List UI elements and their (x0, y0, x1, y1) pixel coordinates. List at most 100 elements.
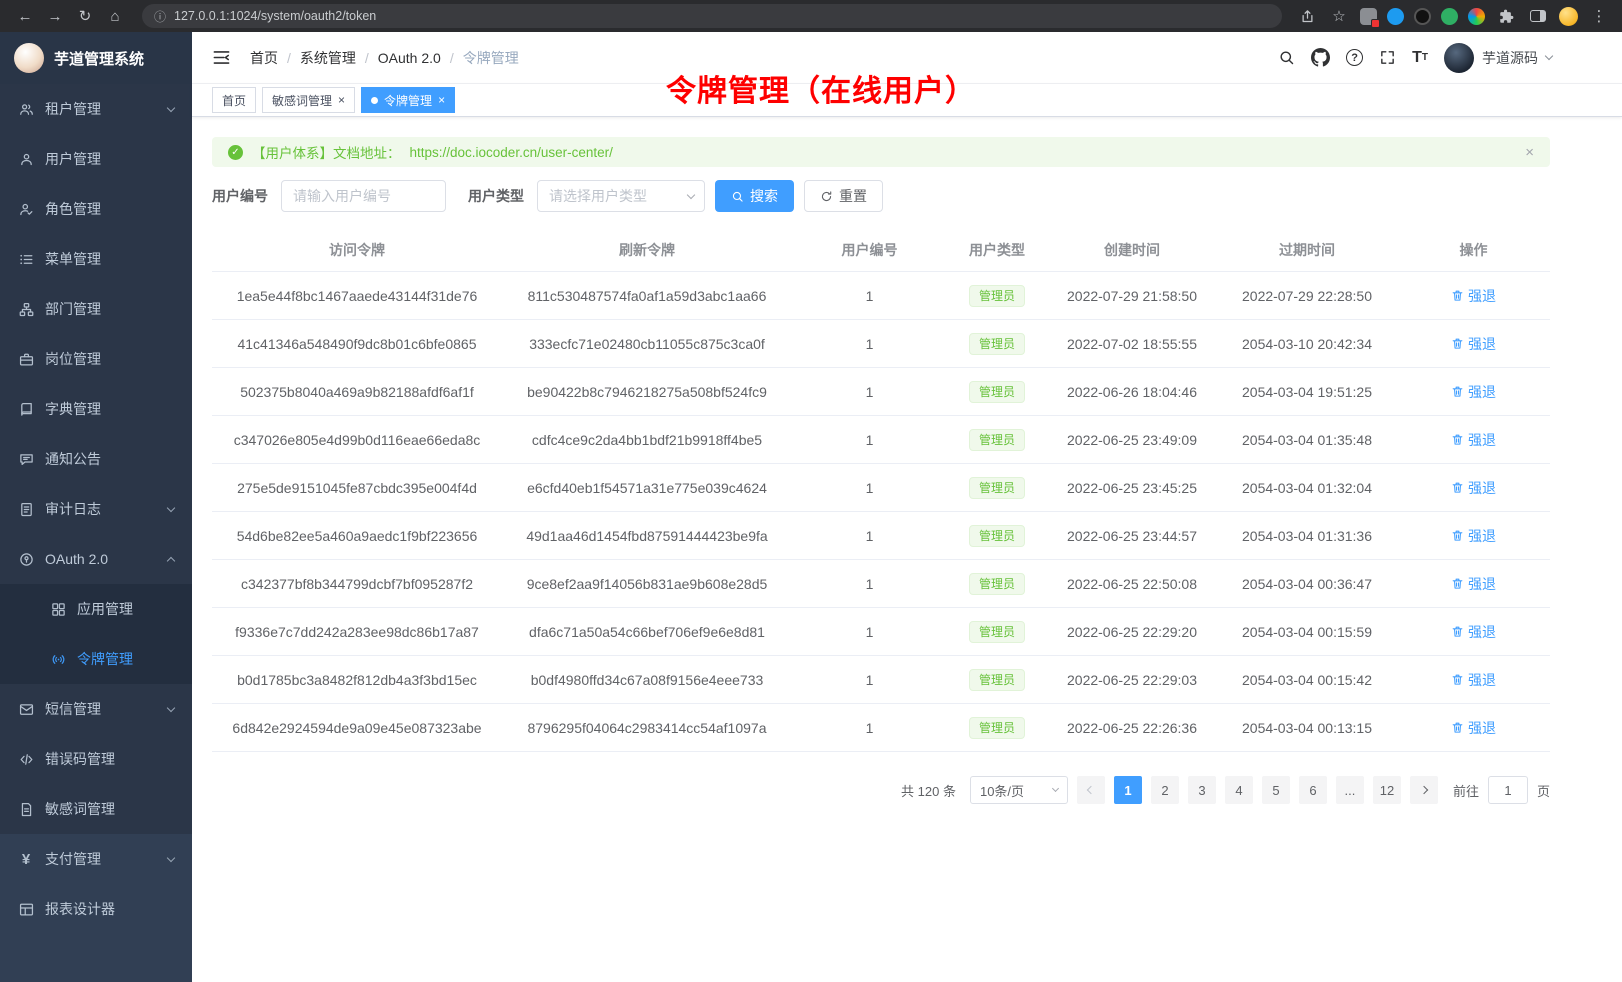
sidebar-item-oauth-app[interactable]: 应用管理 (0, 584, 192, 634)
sidebar-menu: 租户管理 用户管理 角色管理 菜单管理 部门管理 岗位管理 (0, 84, 192, 834)
tab-token[interactable]: 令牌管理 × (361, 87, 455, 113)
sidebar-item-dict[interactable]: 字典管理 (0, 384, 192, 434)
user-dropdown[interactable]: 芋道源码 (1444, 43, 1552, 73)
oauth-submenu: 应用管理 令牌管理 (0, 584, 192, 684)
tab-home[interactable]: 首页 (212, 87, 256, 113)
sidebar-item-sms[interactable]: 短信管理 (0, 684, 192, 734)
github-icon[interactable] (1311, 48, 1330, 67)
force-logout-button[interactable]: 强退 (1451, 574, 1496, 594)
table-row: 275e5de9151045fe87cbdc395e004f4d e6cfd40… (212, 464, 1550, 512)
page-button[interactable]: 5 (1262, 776, 1290, 804)
page-button[interactable]: 2 (1151, 776, 1179, 804)
force-logout-button[interactable]: 强退 (1451, 478, 1496, 498)
back-icon[interactable]: ← (12, 3, 38, 29)
breadcrumb-separator: / (287, 50, 291, 66)
sidebar-item-tenant[interactable]: 租户管理 (0, 84, 192, 134)
extensions-puzzle-icon[interactable] (1495, 5, 1517, 27)
force-logout-button[interactable]: 强退 (1451, 526, 1496, 546)
home-icon[interactable]: ⌂ (102, 3, 128, 29)
address-bar[interactable]: ⓘ 127.0.0.1:1024/system/oauth2/token (142, 4, 1282, 28)
table-row: f9336e7c7dd242a283ee98dc86b17a87 dfa6c71… (212, 608, 1550, 656)
tab-sensitive-words[interactable]: 敏感词管理 × (262, 87, 355, 113)
sidebar-item-oauth[interactable]: OAuth 2.0 (0, 534, 192, 584)
sidebar-item-error-code[interactable]: 错误码管理 (0, 734, 192, 784)
action-cell: 强退 (1397, 704, 1550, 752)
font-size-icon[interactable]: TT (1412, 50, 1428, 66)
force-logout-button[interactable]: 强退 (1451, 382, 1496, 402)
column-header: 访问令牌 (212, 229, 502, 272)
side-panel-icon[interactable] (1527, 5, 1549, 27)
sidebar-item-notice[interactable]: 通知公告 (0, 434, 192, 484)
close-icon[interactable]: × (438, 94, 445, 106)
created-time-cell: 2022-07-29 21:58:50 (1047, 272, 1217, 320)
browser-menu-icon[interactable]: ⋮ (1588, 5, 1610, 27)
extension-icon[interactable] (1414, 8, 1431, 25)
site-info-icon[interactable]: ⓘ (154, 8, 166, 25)
force-logout-button[interactable]: 强退 (1451, 670, 1496, 690)
page-button[interactable]: ... (1336, 776, 1364, 804)
sidebar-item-post[interactable]: 岗位管理 (0, 334, 192, 384)
force-logout-button[interactable]: 强退 (1451, 334, 1496, 354)
extension-icon[interactable] (1468, 8, 1485, 25)
prev-page-button[interactable] (1077, 776, 1105, 804)
bookmark-star-icon[interactable]: ☆ (1328, 5, 1350, 27)
oauth-icon (18, 551, 34, 567)
sidebar-item-oauth-token[interactable]: 令牌管理 (0, 634, 192, 684)
extension-icon[interactable] (1387, 8, 1404, 25)
next-page-button[interactable] (1410, 776, 1438, 804)
page-size-select[interactable]: 10条/页 (970, 776, 1068, 804)
search-button[interactable]: 搜索 (715, 180, 794, 212)
close-icon[interactable]: × (338, 94, 345, 106)
role-icon (18, 201, 34, 217)
page-button[interactable]: 12 (1373, 776, 1401, 804)
close-icon[interactable]: × (1525, 144, 1534, 161)
user-type-cell: 管理员 (947, 608, 1047, 656)
extension-icon[interactable] (1360, 8, 1377, 25)
sidebar-item-audit-log[interactable]: 审计日志 (0, 484, 192, 534)
help-icon[interactable]: ? (1346, 49, 1363, 66)
goto-page-input[interactable] (1488, 776, 1528, 804)
column-header: 用户编号 (792, 229, 947, 272)
fullscreen-icon[interactable] (1379, 49, 1396, 66)
page-button[interactable]: 1 (1114, 776, 1142, 804)
delete-icon (1451, 385, 1464, 398)
reload-icon[interactable]: ↻ (72, 3, 98, 29)
chevron-down-icon (687, 190, 695, 198)
search-icon[interactable] (1278, 49, 1295, 66)
force-logout-button[interactable]: 强退 (1451, 718, 1496, 738)
forward-icon[interactable]: → (42, 3, 68, 29)
sidebar-item-report-designer[interactable]: 报表设计器 (0, 884, 192, 934)
page-button[interactable]: 4 (1225, 776, 1253, 804)
user-type-cell: 管理员 (947, 416, 1047, 464)
page-button[interactable]: 6 (1299, 776, 1327, 804)
chevron-down-icon (167, 853, 175, 861)
force-logout-button[interactable]: 强退 (1451, 430, 1496, 450)
sidebar-item-dept[interactable]: 部门管理 (0, 284, 192, 334)
action-cell: 强退 (1397, 368, 1550, 416)
reset-button[interactable]: 重置 (804, 180, 883, 212)
breadcrumb-home[interactable]: 首页 (250, 48, 278, 68)
breadcrumb-system[interactable]: 系统管理 (300, 48, 356, 68)
sidebar-item-role[interactable]: 角色管理 (0, 184, 192, 234)
share-icon[interactable] (1296, 5, 1318, 27)
page-button[interactable]: 3 (1188, 776, 1216, 804)
breadcrumb-oauth[interactable]: OAuth 2.0 (378, 50, 441, 66)
collapse-sidebar-icon[interactable] (212, 47, 234, 69)
delete-icon (1451, 625, 1464, 638)
user-id-cell: 1 (792, 608, 947, 656)
pagination: 共 120 条 10条/页 123456...12 前往 页 (212, 776, 1550, 804)
doc-link[interactable]: https://doc.iocoder.cn/user-center/ (410, 145, 613, 160)
sidebar-item-menu[interactable]: 菜单管理 (0, 234, 192, 284)
force-logout-button[interactable]: 强退 (1451, 622, 1496, 642)
force-logout-button[interactable]: 强退 (1451, 286, 1496, 306)
user-id-input[interactable] (281, 180, 446, 212)
success-check-icon: ✓ (228, 145, 243, 160)
breadcrumb-separator: / (365, 50, 369, 66)
browser-profile-avatar[interactable] (1559, 7, 1578, 26)
extension-icon[interactable] (1441, 8, 1458, 25)
user-id-cell: 1 (792, 416, 947, 464)
sidebar-item-pay[interactable]: ¥ 支付管理 (0, 834, 192, 884)
sidebar-item-user[interactable]: 用户管理 (0, 134, 192, 184)
user-type-select[interactable]: 请选择用户类型 (537, 180, 705, 212)
sidebar-item-sensitive-word[interactable]: 敏感词管理 (0, 784, 192, 834)
